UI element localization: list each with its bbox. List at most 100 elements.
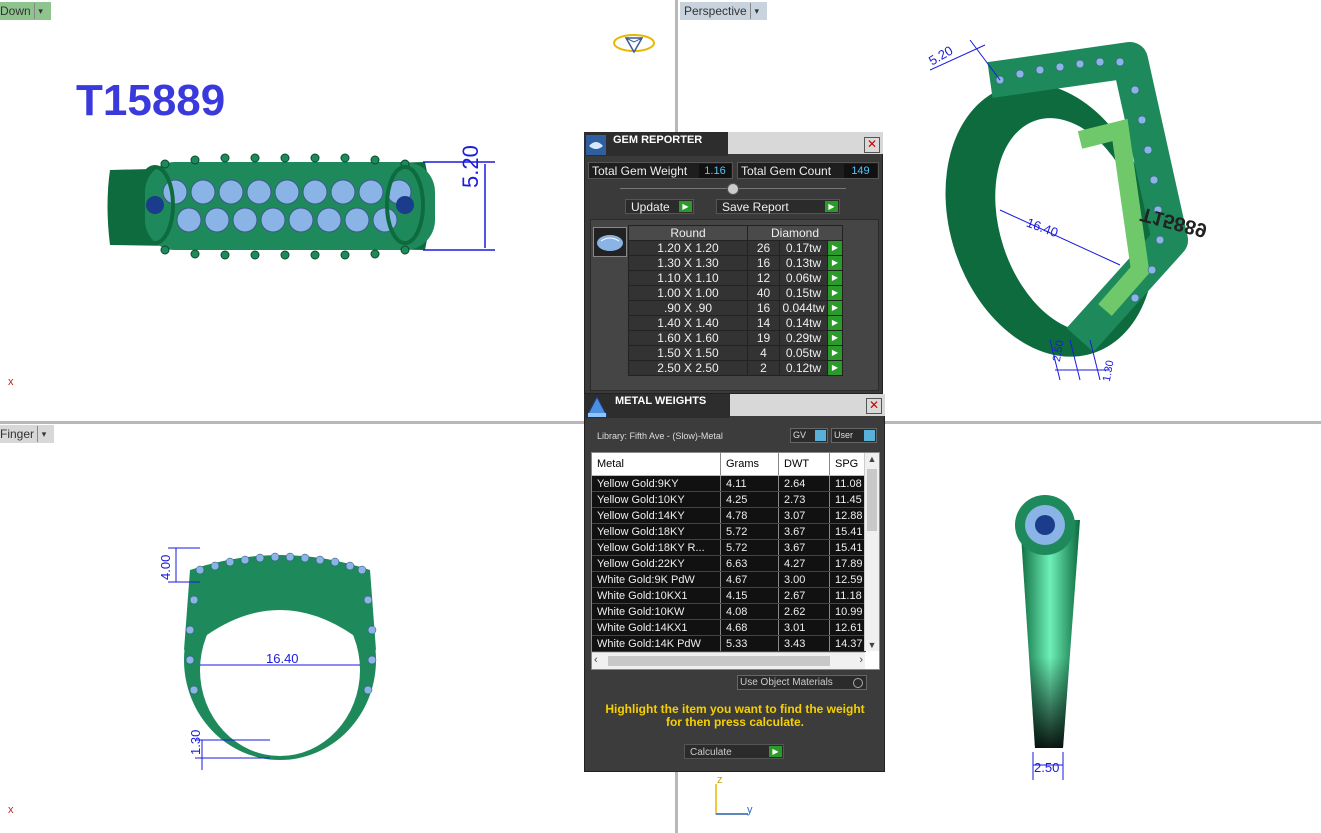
gem-weight: 0.12tw (779, 360, 828, 376)
table-row[interactable]: White Gold:14K PdW 5.33 3.43 14.37 (592, 635, 866, 652)
user-toggle[interactable]: User (831, 428, 877, 443)
gem-row[interactable]: 1.60 X 1.60 19 0.29tw ▶ (628, 330, 843, 346)
axis-x-label: x (8, 804, 14, 816)
viewport-label-down[interactable]: Down ▾ (0, 2, 51, 20)
play-icon[interactable]: ▶ (827, 330, 843, 346)
table-row[interactable]: White Gold:10KW 4.08 2.62 10.99 (592, 603, 866, 620)
gem-row[interactable]: 1.50 X 1.50 4 0.05tw ▶ (628, 345, 843, 361)
chevron-down-icon[interactable]: ▾ (33, 3, 47, 19)
round-gem-icon (593, 227, 627, 257)
total-gem-weight: Total Gem Weight 1.16 (588, 162, 733, 179)
toggle-indicator-icon (815, 430, 826, 441)
model-title: T15889 (76, 76, 226, 125)
play-icon: ▶ (825, 201, 838, 212)
metal-spg: 12.59 (829, 571, 866, 588)
scroll-left-icon[interactable]: ‹ (594, 653, 598, 668)
table-row[interactable]: White Gold:14KX1 4.68 3.01 12.61 (592, 619, 866, 636)
axis-z-label: z (717, 774, 723, 786)
dimension-height-front: 4.00 (158, 554, 173, 580)
gem-row[interactable]: .90 X .90 16 0.044tw ▶ (628, 300, 843, 316)
play-icon: ▶ (679, 201, 692, 212)
splitter-handle[interactable] (727, 183, 739, 195)
metal-spg: 14.37 (829, 635, 866, 652)
table-row[interactable]: Yellow Gold:10KY 4.25 2.73 11.45 (592, 491, 866, 508)
column-header-dwt[interactable]: DWT (778, 453, 830, 476)
gem-count: 14 (747, 315, 780, 331)
library-label: Library: Fifth Ave - (Slow)-Metal (597, 431, 723, 441)
table-row[interactable]: Yellow Gold:9KY 4.11 2.64 11.08 (592, 475, 866, 492)
play-icon[interactable]: ▶ (827, 270, 843, 286)
table-row[interactable]: Yellow Gold:18KY 5.72 3.67 15.41 (592, 523, 866, 540)
gem-row[interactable]: 1.40 X 1.40 14 0.14tw ▶ (628, 315, 843, 331)
total-gem-count-value: 149 (844, 164, 877, 178)
scroll-down-icon[interactable]: ▼ (865, 639, 879, 651)
metal-dwt: 3.43 (778, 635, 830, 652)
gv-toggle-label: GV (793, 430, 807, 440)
gem-weight: 0.29tw (779, 330, 828, 346)
scroll-right-icon[interactable]: › (859, 653, 863, 668)
gem-size: 2.50 X 2.50 (628, 360, 748, 376)
play-icon[interactable]: ▶ (827, 285, 843, 301)
play-icon[interactable]: ▶ (827, 300, 843, 316)
metal-dwt: 2.73 (778, 491, 830, 508)
play-icon[interactable]: ▶ (827, 315, 843, 331)
toggle-indicator-icon (864, 430, 875, 441)
axis-x-label: x (8, 376, 14, 388)
gem-reporter-icon (586, 135, 606, 155)
metal-name: White Gold:14K PdW (592, 635, 721, 652)
table-row[interactable]: Yellow Gold:22KY 6.63 4.27 17.89 (592, 555, 866, 572)
column-header-grams[interactable]: Grams (720, 453, 779, 476)
metal-table-header: Metal Grams DWT SPG (592, 453, 866, 476)
gem-row[interactable]: 1.20 X 1.20 26 0.17tw ▶ (628, 240, 843, 256)
gem-count: 26 (747, 240, 780, 256)
metal-table-container[interactable]: Metal Grams DWT SPG Yellow Gold:9KY 4.11… (591, 452, 880, 670)
column-header-spg[interactable]: SPG (829, 453, 866, 476)
table-row[interactable]: White Gold:10KX1 4.15 2.67 11.18 (592, 587, 866, 604)
gem-row[interactable]: 1.10 X 1.10 12 0.06tw ▶ (628, 270, 843, 286)
gem-reporter-close-button[interactable]: ✕ (864, 137, 880, 153)
metal-dwt: 3.00 (778, 571, 830, 588)
save-report-button[interactable]: Save Report ▶ (716, 199, 840, 214)
update-button[interactable]: Update ▶ (625, 199, 694, 214)
scroll-up-icon[interactable]: ▲ (865, 453, 879, 465)
metal-grams: 5.72 (720, 539, 779, 556)
save-report-button-label: Save Report (722, 200, 789, 214)
calculate-hint: Highlight the item you want to find the … (605, 702, 865, 729)
chevron-down-icon[interactable]: ▾ (749, 3, 763, 19)
gem-row[interactable]: 1.30 X 1.30 16 0.13tw ▶ (628, 255, 843, 271)
scrollbar-thumb[interactable] (608, 656, 830, 666)
play-icon[interactable]: ▶ (827, 360, 843, 376)
gem-row[interactable]: 1.00 X 1.00 40 0.15tw ▶ (628, 285, 843, 301)
viewport-label-perspective[interactable]: Perspective ▾ (680, 2, 767, 20)
horizontal-scrollbar[interactable]: ‹ › (592, 652, 865, 669)
play-icon[interactable]: ▶ (827, 240, 843, 256)
gem-weight: 0.15tw (779, 285, 828, 301)
user-toggle-label: User (834, 430, 854, 440)
gem-size: .90 X .90 (628, 300, 748, 316)
metal-name: Yellow Gold:9KY (592, 475, 721, 492)
metal-dwt: 2.67 (778, 587, 830, 604)
metal-grams: 4.11 (720, 475, 779, 492)
metal-dwt: 3.67 (778, 523, 830, 540)
calculate-button[interactable]: Calculate ▶ (684, 744, 784, 759)
metal-name: White Gold:9K PdW (592, 571, 721, 588)
diamond-icon[interactable] (612, 30, 656, 56)
gv-toggle[interactable]: GV (790, 428, 828, 443)
vertical-scrollbar[interactable]: ▲ ▼ (864, 453, 879, 651)
viewport-label-finger[interactable]: Finger ▾ (0, 425, 55, 443)
use-object-materials-label: Use Object Materials (740, 677, 833, 688)
column-header-metal[interactable]: Metal (592, 453, 721, 476)
scrollbar-thumb[interactable] (867, 469, 877, 531)
chevron-down-icon[interactable]: ▾ (37, 426, 50, 442)
table-row[interactable]: White Gold:9K PdW 4.67 3.00 12.59 (592, 571, 866, 588)
metal-weights-close-button[interactable]: ✕ (866, 398, 882, 414)
gem-row[interactable]: 2.50 X 2.50 2 0.12tw ▶ (628, 360, 843, 376)
play-icon[interactable]: ▶ (827, 345, 843, 361)
play-icon[interactable]: ▶ (827, 255, 843, 271)
ring-side-view (1015, 495, 1080, 780)
table-row[interactable]: Yellow Gold:14KY 4.78 3.07 12.88 (592, 507, 866, 524)
gem-size: 1.60 X 1.60 (628, 330, 748, 346)
table-row[interactable]: Yellow Gold:18KY R... 5.72 3.67 15.41 (592, 539, 866, 556)
use-object-materials-button[interactable]: Use Object Materials (737, 675, 867, 690)
metal-spg: 12.61 (829, 619, 866, 636)
